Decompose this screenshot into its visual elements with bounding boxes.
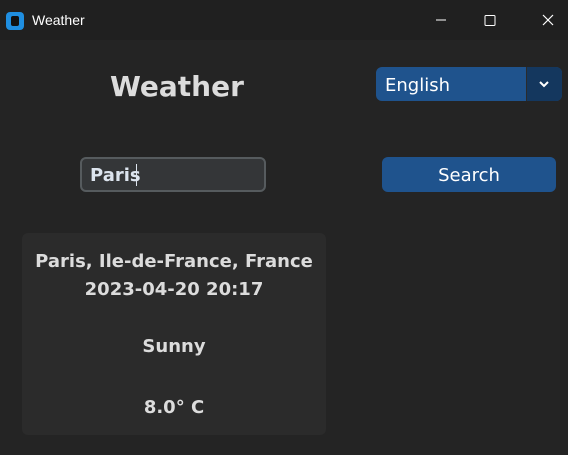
text-caret [136, 164, 137, 186]
window-title: Weather [32, 12, 85, 28]
close-button[interactable] [522, 0, 568, 40]
dropdown-toggle[interactable] [526, 67, 562, 101]
close-icon [542, 14, 554, 26]
weather-result-card: Paris, Ile-de-France, France 2023-04-20 … [22, 233, 326, 435]
location-text: Paris, Ile-de-France, France [35, 251, 313, 272]
temperature-text: 8.0° C [143, 397, 205, 418]
city-search-input[interactable]: Paris [80, 157, 266, 192]
page-title: Weather [110, 70, 244, 103]
language-selected-value: English [385, 75, 450, 96]
language-dropdown[interactable]: English [376, 67, 562, 101]
chevron-down-icon [539, 81, 549, 88]
search-button[interactable]: Search [382, 157, 556, 192]
minimize-button[interactable] [410, 0, 456, 40]
maximize-icon [484, 15, 496, 26]
app-window: Weather Weather English Paris Search Par… [0, 0, 568, 455]
app-icon [6, 12, 24, 30]
maximize-button[interactable] [466, 0, 512, 40]
condition-text: Sunny [142, 336, 206, 357]
title-bar[interactable]: Weather [0, 0, 568, 40]
minimize-icon [436, 19, 446, 21]
datetime-text: 2023-04-20 20:17 [84, 279, 264, 300]
search-input-value: Paris [90, 165, 141, 186]
